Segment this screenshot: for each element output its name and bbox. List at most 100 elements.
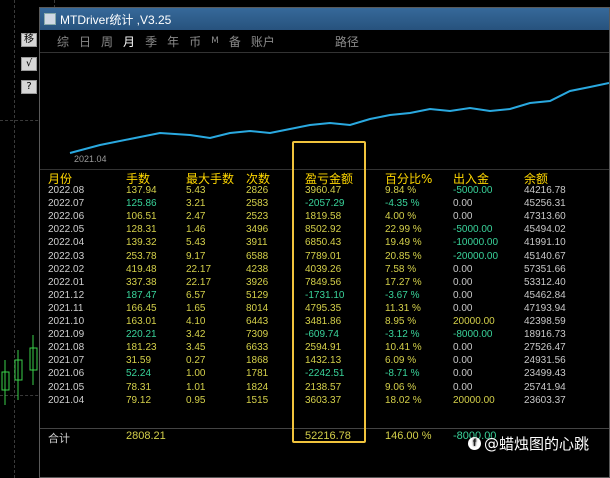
cell-lots: 253.78 [126, 250, 157, 262]
cell-count: 6443 [246, 316, 269, 327]
cell-balance: 41991.10 [524, 237, 566, 249]
cell-max_lots: 3.21 [186, 198, 206, 210]
title-bar[interactable]: MTDriver统计 ,V3.25 [40, 8, 609, 30]
cell-lots: 419.48 [126, 263, 157, 275]
move-button[interactable]: 移 [21, 33, 37, 47]
tab-year[interactable]: 年 [162, 33, 184, 50]
cell-max_lots: 0.95 [186, 394, 206, 406]
cell-month: 2021.04 [48, 394, 85, 406]
tab-month[interactable]: 月 [118, 33, 140, 50]
cell-balance: 25741.94 [524, 381, 566, 393]
cell-month: 2022.01 [48, 276, 85, 288]
cell-count: 3926 [246, 276, 269, 288]
cell-count: 1824 [246, 381, 269, 393]
cell-count: 1515 [246, 394, 269, 406]
cell-lots: 79.12 [126, 394, 152, 406]
cell-lots: 166.45 [126, 302, 157, 314]
cell-flow: -5000.00 [453, 224, 493, 236]
cell-pct: 18.02 % [385, 394, 422, 406]
cell-flow: 0.00 [453, 198, 473, 210]
cell-lots: 139.32 [126, 237, 157, 249]
cell-lots: 187.47 [126, 289, 157, 301]
cell-pct: -3.67 % [385, 289, 420, 301]
window-title: MTDriver统计 ,V3.25 [60, 12, 172, 27]
cell-month: 2022.03 [48, 250, 85, 262]
cell-max_lots: 1.00 [186, 368, 206, 380]
cell-month: 2022.05 [48, 224, 85, 236]
cell-month: 2021.12 [48, 289, 85, 301]
cell-max_lots: 22.17 [186, 263, 212, 275]
cell-count: 3496 [246, 224, 269, 236]
cell-pct: 17.27 % [385, 276, 422, 288]
cell-max_lots: 3.45 [186, 342, 206, 354]
cell-month: 2022.04 [48, 237, 85, 249]
tab-m[interactable]: M [206, 36, 224, 46]
cell-flow: -8000.00 [453, 329, 493, 341]
stats-window: MTDriver统计 ,V3.25 综 日 周 月 季 年 币 M 备 账户 路… [39, 7, 610, 478]
watermark: f @蜡烛图的心跳 [468, 433, 589, 454]
cell-count: 1781 [246, 368, 269, 380]
cell-lots: 137.94 [126, 185, 157, 196]
cell-month: 2021.06 [48, 368, 85, 380]
cell-pct: 8.95 % [385, 316, 417, 327]
cell-flow: 20000.00 [453, 394, 495, 406]
cell-count: 2583 [246, 198, 269, 210]
cell-count: 7309 [246, 329, 269, 341]
watermark-logo: f [468, 437, 481, 450]
cell-balance: 45140.67 [524, 250, 566, 262]
cell-flow: 20000.00 [453, 316, 495, 327]
cell-lots: 337.38 [126, 276, 157, 288]
cell-max_lots: 5.43 [186, 185, 206, 196]
cell-lots: 106.51 [126, 211, 157, 223]
chart-start-label: 2021.04 [74, 154, 107, 164]
watermark-text: @蜡烛图的心跳 [484, 435, 590, 453]
cell-max_lots: 9.17 [186, 250, 206, 262]
tab-overview[interactable]: 综 [52, 33, 74, 50]
cell-flow: 0.00 [453, 289, 473, 301]
cell-flow: 0.00 [453, 355, 473, 367]
cell-max_lots: 1.46 [186, 224, 206, 236]
total-pct: 146.00 % [385, 430, 432, 442]
cell-pct: 6.09 % [385, 355, 417, 367]
cell-pct: -3.12 % [385, 329, 420, 341]
cell-max_lots: 0.27 [186, 355, 206, 367]
cell-month: 2021.11 [48, 302, 84, 314]
cell-lots: 220.21 [126, 329, 157, 341]
cell-balance: 23603.37 [524, 394, 566, 406]
total-label: 合计 [48, 433, 70, 445]
cell-flow: -5000.00 [453, 185, 493, 196]
check-button[interactable]: √ [21, 57, 37, 71]
cell-month: 2021.10 [48, 316, 85, 327]
cell-balance: 53312.40 [524, 276, 566, 288]
cell-flow: 0.00 [453, 342, 473, 354]
cell-max_lots: 5.43 [186, 237, 206, 249]
period-tabs: 综 日 周 月 季 年 币 M 备 账户 路径 [40, 30, 609, 52]
cell-balance: 24931.56 [524, 355, 566, 367]
help-button[interactable]: ? [21, 80, 37, 94]
cell-flow: -20000.00 [453, 250, 499, 262]
cell-count: 6588 [246, 250, 269, 262]
tab-quarter[interactable]: 季 [140, 33, 162, 50]
tab-backup[interactable]: 备 [224, 33, 246, 50]
tab-path[interactable]: 路径 [330, 33, 364, 50]
cell-count: 8014 [246, 302, 269, 314]
cell-pct: 20.85 % [385, 250, 422, 262]
cell-flow: 0.00 [453, 368, 473, 380]
tab-week[interactable]: 周 [96, 33, 118, 50]
cell-max_lots: 3.42 [186, 329, 206, 341]
cell-balance: 45256.31 [524, 198, 566, 210]
cell-month: 2021.07 [48, 355, 85, 367]
tab-currency[interactable]: 币 [184, 33, 206, 50]
cell-month: 2022.08 [48, 185, 85, 196]
cell-balance: 18916.73 [524, 329, 566, 341]
cell-pct: 10.41 % [385, 342, 422, 354]
cell-pct: 7.58 % [385, 263, 417, 275]
cell-pct: 9.84 % [385, 185, 417, 196]
cell-pct: 22.99 % [385, 224, 422, 236]
cell-lots: 31.59 [126, 355, 152, 367]
cell-max_lots: 2.47 [186, 211, 206, 223]
tab-account[interactable]: 账户 [246, 33, 280, 50]
cell-balance: 57351.66 [524, 263, 566, 275]
tab-day[interactable]: 日 [74, 33, 96, 50]
app-icon [44, 13, 56, 25]
